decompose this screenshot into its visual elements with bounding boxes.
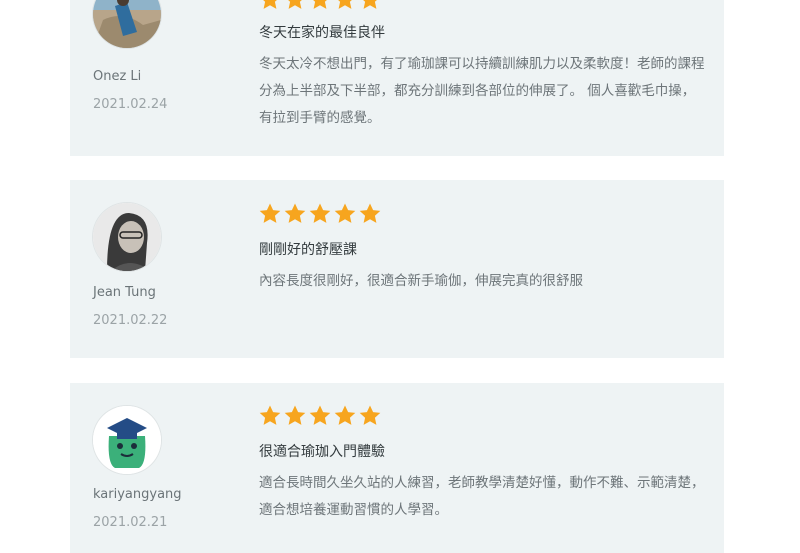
reviewer-avatar bbox=[93, 0, 161, 48]
reviewer-name: Onez Li bbox=[93, 69, 142, 84]
review-body: 適合長時間久坐久站的人練習，老師教學清楚好懂，動作不難、示範清楚，適合想培養運動… bbox=[259, 475, 705, 518]
review-date: 2021.02.24 bbox=[93, 97, 168, 112]
star-rating bbox=[258, 404, 382, 428]
avatar-photo-icon bbox=[93, 0, 161, 48]
review-card: Onez Li 2021.02.24 冬天在家的最佳良伴 冬天太冷不想出門，有了… bbox=[70, 0, 724, 156]
reviewer-avatar bbox=[93, 203, 161, 271]
star-rating bbox=[258, 202, 382, 226]
star-icon bbox=[313, 0, 327, 9]
star-icon bbox=[334, 203, 356, 223]
review-body: 內容長度很剛好，很適合新手瑜伽，伸展完真的很舒服 bbox=[259, 273, 583, 289]
star-icon bbox=[288, 0, 302, 9]
star-icon bbox=[338, 0, 352, 9]
avatar-graduate-icon bbox=[93, 406, 161, 474]
star-icon bbox=[309, 405, 331, 425]
review-date: 2021.02.22 bbox=[93, 313, 168, 328]
review-title: 很適合瑜珈入門體驗 bbox=[259, 444, 385, 460]
review-title: 冬天在家的最佳良伴 bbox=[259, 25, 385, 41]
review-title: 剛剛好的舒壓課 bbox=[259, 242, 357, 258]
star-icon bbox=[334, 405, 356, 425]
review-date: 2021.02.21 bbox=[93, 515, 168, 530]
star-icon bbox=[263, 0, 277, 9]
star-icon bbox=[359, 203, 381, 223]
review-card: kariyangyang 2021.02.21 很適合瑜珈入門體驗 適合長時間久… bbox=[70, 383, 724, 553]
star-icon bbox=[363, 0, 377, 9]
star-icon bbox=[284, 203, 306, 223]
avatar-photo-icon bbox=[93, 203, 161, 271]
reviewer-name: kariyangyang bbox=[93, 487, 182, 502]
star-icon bbox=[309, 203, 331, 223]
reviewer-name: Jean Tung bbox=[93, 285, 156, 300]
star-icon bbox=[359, 405, 381, 425]
review-card: Jean Tung 2021.02.22 剛剛好的舒壓課 內容長度很剛好，很適合… bbox=[70, 180, 724, 358]
star-icon bbox=[259, 405, 281, 425]
reviewer-avatar bbox=[93, 406, 161, 474]
star-rating bbox=[258, 0, 382, 12]
review-body: 冬天太冷不想出門，有了瑜珈課可以持續訓練肌力以及柔軟度！老師的課程分為上半部及下… bbox=[259, 56, 705, 126]
star-icon bbox=[284, 405, 306, 425]
star-icon bbox=[259, 203, 281, 223]
